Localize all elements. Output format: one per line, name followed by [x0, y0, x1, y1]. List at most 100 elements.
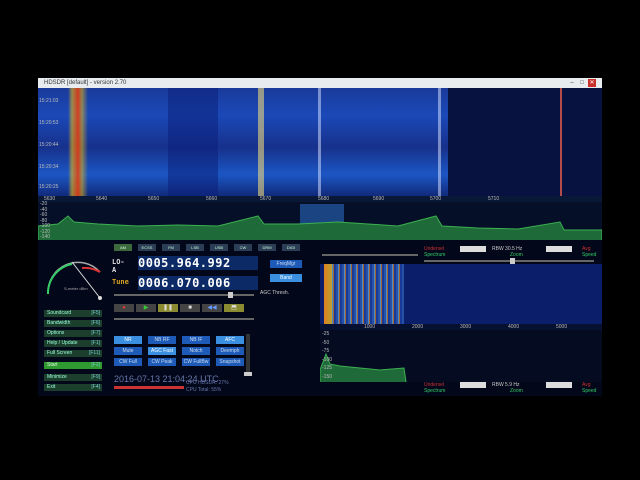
tune-label: Tune	[112, 278, 129, 286]
close-icon[interactable]: ✕	[588, 79, 596, 87]
shortcut-key: [F7]	[91, 330, 100, 336]
button-label: Help / Update	[47, 340, 78, 346]
mode-ecss-button[interactable]: ECSS	[138, 244, 156, 251]
mode-digi-button[interactable]: DIGI	[282, 244, 300, 251]
nb-rf-button[interactable]: NB RF	[148, 336, 176, 344]
cw-peak-button[interactable]: CW Peak	[148, 358, 176, 366]
agc-fast-button[interactable]: AGC Fast	[148, 347, 176, 355]
level-label: -150	[322, 373, 333, 380]
maximize-icon[interactable]: □	[578, 79, 586, 87]
hdsdr-window: HDSDR [default] - version 2.70 – □ ✕ 15:…	[38, 78, 602, 396]
player-bar: ● ▶ ❚❚ ■ ◀◀ ⬒	[112, 304, 262, 314]
level-label: -100	[322, 356, 333, 363]
level-bar	[114, 386, 184, 389]
exit-button[interactable]: Exit [F4]	[44, 384, 102, 391]
control-panel: AM ECSS FM LSB USB CW DRM DIGI S-meter d…	[38, 240, 320, 396]
mode-lsb-button[interactable]: LSB	[186, 244, 204, 251]
record-icon[interactable]: ●	[114, 304, 134, 312]
lo-frequency-display[interactable]: 0005.964.992	[138, 256, 258, 270]
zoom-level-labels: -25 -50 -75 -100 -125 -150	[322, 330, 332, 381]
full-screen-button[interactable]: Full Screen [F11]	[44, 350, 102, 357]
help-update-button[interactable]: Help / Update [F1]	[44, 340, 102, 347]
playback-position-slider[interactable]	[114, 318, 254, 320]
bandwidth-button[interactable]: Bandwidth [F6]	[44, 320, 102, 327]
level-label: -75	[322, 348, 330, 354]
play-icon[interactable]: ▶	[136, 304, 156, 312]
nr-button[interactable]: NR	[114, 336, 142, 344]
main-spectrum[interactable]: -20 -40 -60 -80 -100 -120 -140	[38, 201, 602, 241]
speed-label: Speed	[582, 252, 597, 258]
s-meter-gauge-icon	[46, 261, 102, 300]
loop-icon[interactable]: ⬒	[224, 304, 244, 312]
mute-button[interactable]: Mute	[114, 347, 142, 355]
level-label: -125	[322, 365, 333, 371]
waterfall-time-labels: 15:21:03 15:20:53 15:20:44 15:20:34 15:2…	[38, 88, 59, 196]
rewind-icon[interactable]: ◀◀	[202, 304, 222, 312]
snapshot-button[interactable]: Snapshot	[216, 358, 244, 366]
button-label: Full Screen	[47, 350, 73, 356]
shortcut-key: [F1]	[91, 340, 100, 346]
start-button[interactable]: Start [F2]	[44, 362, 102, 369]
spectrum-levels: -20 -40 -60 -80 -100 -120 -140	[40, 201, 50, 241]
rbw-select[interactable]	[546, 246, 572, 252]
spectrum-label: Spectrum	[424, 252, 446, 258]
notch-button[interactable]: Notch	[182, 347, 210, 355]
signal-trace	[438, 88, 441, 196]
button-label: Soundcard	[47, 310, 72, 316]
signal-trace	[560, 88, 562, 196]
options-button[interactable]: Options [F7]	[44, 330, 102, 337]
tune-frequency-display[interactable]: 0006.070.006	[138, 276, 258, 290]
contrast-slider[interactable]	[322, 254, 418, 256]
time-label: 15:20:44	[39, 142, 59, 148]
zoom-controls-top: Undersel RBW 30.5 Hz Avg Spectrum Zoom S…	[320, 246, 602, 258]
spectrum-label: Spectrum	[424, 388, 446, 394]
shortcut-key: [F9]	[91, 374, 100, 380]
s-meter-label: S-meter dBm	[64, 286, 88, 291]
agc-threshold-handle[interactable]	[228, 292, 233, 298]
level-label: -25	[322, 331, 330, 337]
zoom-spectrum-trace	[319, 352, 407, 383]
afc-button[interactable]: AFC	[216, 336, 244, 344]
volume-handle[interactable]	[244, 372, 252, 376]
mode-am-button[interactable]: AM	[114, 244, 132, 251]
main-waterfall[interactable]: 15:21:03 15:20:53 15:20:44 15:20:34 15:2…	[38, 88, 602, 196]
rbw-select[interactable]	[546, 382, 572, 388]
stop-icon[interactable]: ■	[180, 304, 200, 312]
shortcut-key: [F11]	[88, 350, 100, 356]
freq-mgr-button[interactable]: FreqMgr	[270, 260, 302, 268]
agc-threshold-slider[interactable]	[114, 294, 254, 296]
band-button[interactable]: Band	[270, 274, 302, 282]
level-label: -50	[322, 339, 330, 346]
minimize-button[interactable]: Minimize [F9]	[44, 374, 102, 381]
soundcard-button[interactable]: Soundcard [F5]	[44, 310, 102, 317]
cw-full-button[interactable]: CW Full	[114, 358, 142, 366]
cw-fullbw-button[interactable]: CW FullBw	[182, 358, 210, 366]
time-label: 15:21:03	[39, 98, 59, 104]
cpu-total-label: CPU Total: 55%	[186, 387, 222, 393]
agc-threshold-label: AGC Thresh.	[260, 290, 290, 296]
button-label: Minimize	[47, 374, 67, 380]
volume-slider[interactable]	[246, 334, 250, 374]
mode-drm-button[interactable]: DRM	[258, 244, 276, 251]
zoom-waterfall-carrier	[324, 264, 332, 324]
spectrum-trace	[38, 215, 602, 240]
mode-fm-button[interactable]: FM	[162, 244, 180, 251]
time-label: 15:20:34	[39, 164, 59, 170]
signal-trace	[258, 88, 264, 196]
zoom-slider[interactable]	[424, 260, 594, 262]
deemph-button[interactable]: Deemph	[216, 347, 244, 355]
pause-icon[interactable]: ❚❚	[158, 304, 178, 312]
nb-if-button[interactable]: NB IF	[182, 336, 210, 344]
minimize-icon[interactable]: –	[568, 79, 576, 87]
undersel-select[interactable]	[460, 382, 486, 388]
mode-usb-button[interactable]: USB	[210, 244, 228, 251]
button-label: Start	[47, 362, 58, 368]
zoom-controls-bottom: Undersel RBW 5.9 Hz Avg Spectrum Zoom Sp…	[320, 382, 602, 394]
zoom-waterfall[interactable]	[320, 264, 602, 324]
undersel-select[interactable]	[460, 246, 486, 252]
waterfall-dark-region	[448, 88, 602, 196]
cpu-hdsdr-label: CPU HDSDR: 27%	[186, 380, 229, 386]
zoom-spectrum[interactable]: -25 -50 -75 -100 -125 -150	[319, 330, 602, 383]
mode-cw-button[interactable]: CW	[234, 244, 252, 251]
zoom-panel: Undersel RBW 30.5 Hz Avg Spectrum Zoom S…	[319, 240, 602, 396]
